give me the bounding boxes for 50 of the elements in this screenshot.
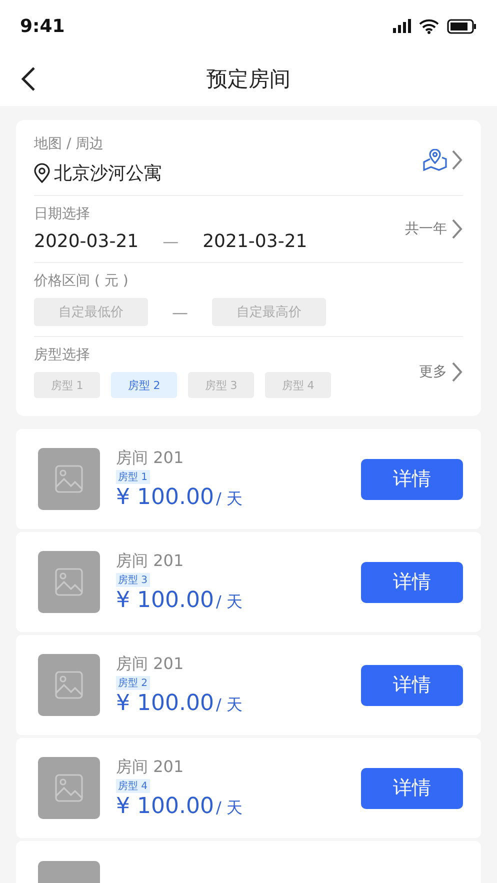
map-pin-icon [423,149,447,171]
details-button[interactable]: 详情 [361,458,463,500]
end-date[interactable]: 2021-03-21 [202,231,308,252]
room-type-chip[interactable]: 房型 2 [111,372,177,398]
details-button[interactable]: 详情 [361,664,463,706]
details-button[interactable]: 详情 [361,562,463,602]
date-label: 日期选择 [34,205,91,223]
room-type-label: 房型选择 [34,346,91,364]
chevron-right-icon [451,361,463,383]
image-icon [55,568,83,596]
room-price: ¥ 100.00 [116,485,214,510]
room-type-tag: 房型 3 [116,573,150,587]
wifi-icon [419,18,439,34]
price-label: 价格区间 ( 元 ) [34,272,130,290]
location-value: 北京沙河公寓 [54,162,162,185]
price-unit: / 天 [216,592,242,613]
date-separator: — [162,232,179,251]
start-date[interactable]: 2020-03-21 [34,231,139,252]
back-icon [20,66,36,92]
image-icon [55,465,83,493]
room-type-tag: 房型 2 [116,676,150,690]
price-separator: — [172,302,188,322]
min-price-field[interactable]: 自定最低价 [34,298,148,326]
more-button[interactable]: 更多 [419,361,463,383]
map-button[interactable] [423,149,463,171]
max-price-field[interactable]: 自定最高价 [212,298,326,326]
room-name: 房间 201 [116,448,185,469]
signal-icon [393,19,411,33]
room-type-tag: 房型 4 [116,779,150,793]
price-unit: / 天 [216,695,242,716]
room-price: ¥ 100.00 [116,794,214,819]
duration-button[interactable]: 共一年 [405,218,463,240]
status-time: 9:41 [20,16,65,36]
room-type-tag: 房型 1 [116,470,150,484]
price-unit: / 天 [216,489,242,510]
location-pin-icon [34,163,50,183]
page-title: 预定房间 [206,66,290,93]
location-label: 地图 / 周边 [34,135,105,153]
chevron-right-icon [451,149,463,171]
room-name: 房间 201 [116,654,185,675]
image-icon [55,774,83,802]
battery-icon [447,18,477,34]
room-price: ¥ 100.00 [116,691,214,716]
details-button[interactable]: 详情 [361,768,463,808]
image-icon [55,671,83,699]
price-unit: / 天 [216,798,242,819]
chevron-right-icon [451,218,463,240]
room-price: ¥ 100.00 [116,588,214,613]
room-name: 房间 201 [116,551,185,572]
room-name: 房间 201 [116,757,185,778]
